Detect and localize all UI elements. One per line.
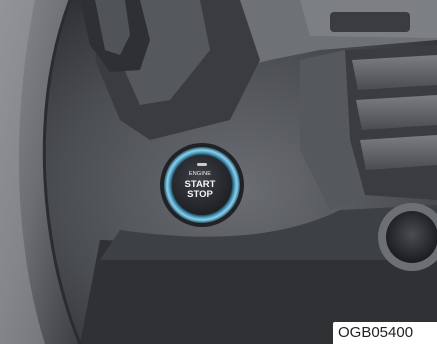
- dashboard-photo: ENGINE START STOP OGB05400: [0, 0, 437, 344]
- dashboard-scene: [0, 0, 437, 344]
- indicator-led-icon: [197, 163, 207, 166]
- figure-code-label: OGB05400: [333, 322, 437, 344]
- start-stop-button-graphic: [160, 143, 244, 227]
